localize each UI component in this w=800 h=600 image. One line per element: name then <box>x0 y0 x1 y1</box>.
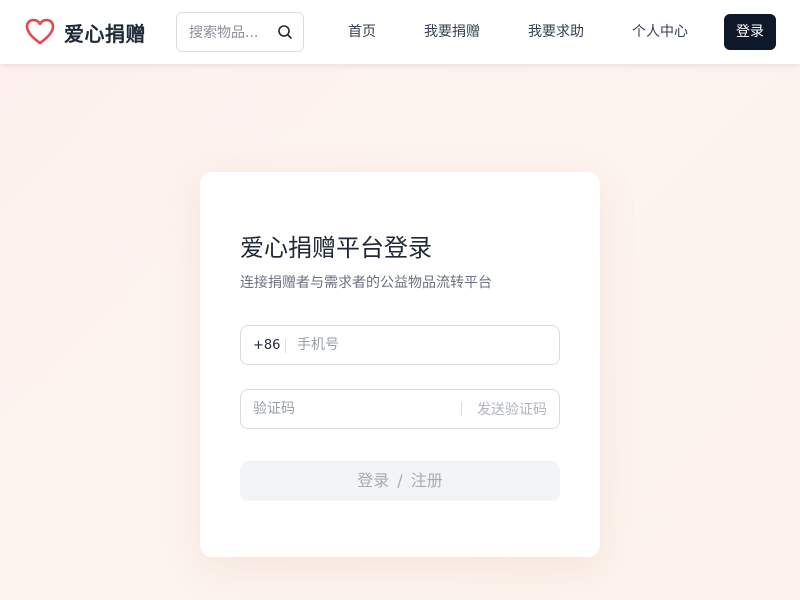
top-navbar: 爱心捐赠 搜索物品... 首页 我要捐赠 我要求助 个人中心 登录 <box>0 0 800 64</box>
field-divider <box>285 339 286 353</box>
login-card: 爱心捐赠平台登录 连接捐赠者与需求者的公益物品流转平台 +86 发送验证码 登录… <box>200 172 600 557</box>
country-code[interactable]: +86 <box>253 336 280 356</box>
brand-name: 爱心捐赠 <box>64 21 146 46</box>
search-box[interactable]: 搜索物品... <box>176 12 304 52</box>
send-code-button[interactable]: 发送验证码 <box>477 400 547 420</box>
nav-profile[interactable]: 个人中心 <box>632 22 688 42</box>
brand-logo[interactable]: 爱心捐赠 <box>24 16 146 48</box>
search-placeholder[interactable]: 搜索物品... <box>189 22 269 42</box>
field-divider <box>461 402 462 416</box>
verification-code-input[interactable] <box>253 390 443 428</box>
submit-login-label: 登录 <box>357 471 390 490</box>
phone-field[interactable]: +86 <box>240 325 560 365</box>
nav-donate[interactable]: 我要捐赠 <box>424 22 480 42</box>
nav-home[interactable]: 首页 <box>348 22 376 42</box>
search-icon[interactable] <box>277 24 293 40</box>
submit-register-label: 注册 <box>410 471 443 490</box>
login-button[interactable]: 登录 <box>724 14 776 50</box>
heart-outline-icon <box>25 18 55 45</box>
verification-code-field[interactable]: 发送验证码 <box>240 389 560 429</box>
phone-input[interactable] <box>297 326 547 364</box>
login-title: 爱心捐赠平台登录 <box>240 234 432 262</box>
login-register-button[interactable]: 登录 / 注册 <box>240 461 560 501</box>
login-subtitle: 连接捐赠者与需求者的公益物品流转平台 <box>240 275 492 291</box>
nav-request-help[interactable]: 我要求助 <box>528 22 584 42</box>
submit-separator: / <box>397 471 403 490</box>
